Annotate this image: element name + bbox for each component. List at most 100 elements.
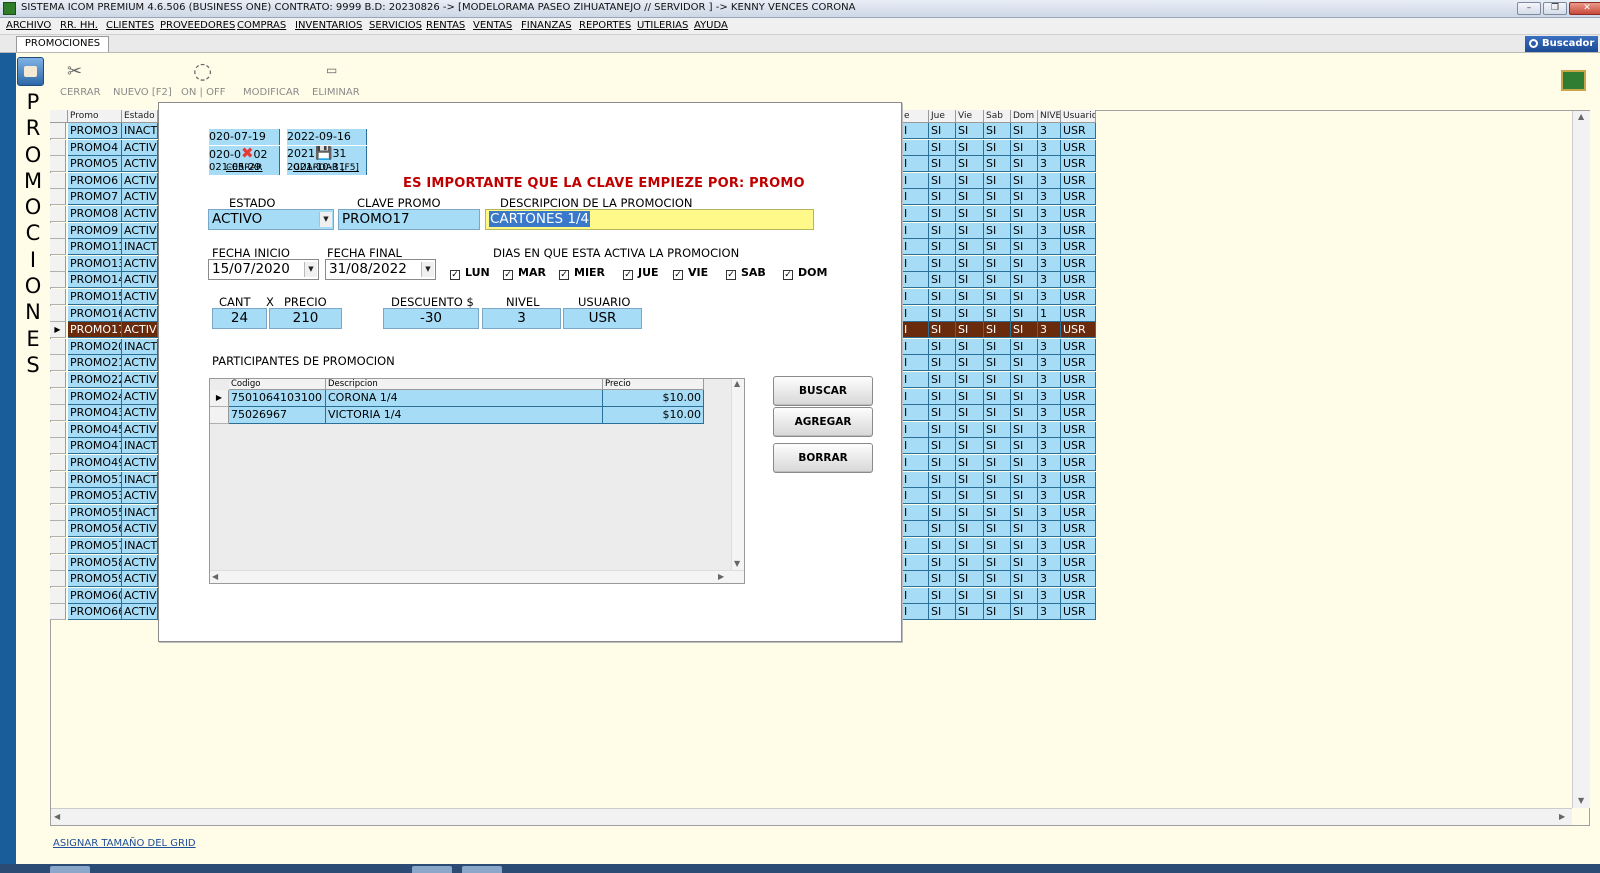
grid-cell[interactable]: USR <box>1061 388 1096 405</box>
grid-cell[interactable]: SI <box>929 239 956 256</box>
grid-cell[interactable]: 3 <box>1038 239 1061 256</box>
day-checkbox-mier[interactable]: ✓ MIER <box>559 266 605 280</box>
grid-cell[interactable]: 3 <box>1038 504 1061 521</box>
grid-cell-estado[interactable]: INACT <box>122 239 158 256</box>
grid-cell[interactable]: I <box>902 189 929 206</box>
grid-cell[interactable]: SI <box>984 488 1011 505</box>
grid-cell[interactable]: I <box>902 239 929 256</box>
grid-cell[interactable]: SI <box>984 189 1011 206</box>
grid-cell[interactable]: SI <box>929 206 956 222</box>
dialog-cerrar-button[interactable]: CERRAR <box>226 163 263 173</box>
grid-cell[interactable]: I <box>902 355 929 372</box>
grid-cell-estado[interactable]: ACTIV <box>122 189 158 206</box>
buscador-button[interactable]: Buscador <box>1525 36 1598 52</box>
grid-cell[interactable]: SI <box>984 372 1011 388</box>
grid-cell[interactable]: SI <box>956 305 984 322</box>
grid-cell[interactable]: USR <box>1061 372 1096 388</box>
grid-header-col[interactable]: e <box>902 110 929 123</box>
minimize-button[interactable]: – <box>1517 2 1541 15</box>
grid-cell[interactable]: SI <box>956 504 984 521</box>
dialog-guardar-button[interactable]: GUARDAR [F5] <box>293 163 359 173</box>
grid-cell[interactable]: I <box>902 455 929 471</box>
grid-cell-promo[interactable]: PROMO55 <box>68 504 122 521</box>
grid-cell[interactable]: SI <box>956 438 984 455</box>
grid-cell[interactable]: I <box>902 272 929 289</box>
grid-cell[interactable]: SI <box>984 388 1011 405</box>
grid-cell[interactable]: 3 <box>1038 604 1061 621</box>
grid-cell[interactable]: I <box>902 206 929 222</box>
grid-cell[interactable]: SI <box>984 521 1011 538</box>
taskbar-item[interactable] <box>462 866 502 873</box>
grid-cell-estado[interactable]: ACTIV <box>122 272 158 289</box>
grid-cell-estado[interactable]: ACTIV <box>122 587 158 604</box>
grid-cell-estado[interactable]: ACTIV <box>122 206 158 222</box>
participants-header-precio[interactable]: Precio <box>603 379 704 390</box>
grid-cell-estado[interactable]: INACT <box>122 471 158 488</box>
restore-button[interactable]: ❐ <box>1543 2 1567 15</box>
grid-cell-estado[interactable]: ACTIV <box>122 455 158 471</box>
grid-cell[interactable]: SI <box>1011 421 1038 438</box>
grid-cell[interactable]: SI <box>929 272 956 289</box>
scroll-up-icon[interactable]: ▲ <box>734 379 740 388</box>
grid-cell[interactable]: SI <box>929 455 956 471</box>
grid-header-col[interactable]: NIVEL <box>1038 110 1061 123</box>
grid-cell[interactable]: 3 <box>1038 355 1061 372</box>
grid-cell-estado[interactable]: INACT <box>122 338 158 355</box>
grid-cell[interactable]: USR <box>1061 438 1096 455</box>
menu-rrhh[interactable]: RR. HH. <box>60 20 98 31</box>
grid-cell[interactable]: SI <box>929 421 956 438</box>
grid-cell-promo[interactable]: PROMO56 <box>68 521 122 538</box>
grid-cell[interactable]: USR <box>1061 172 1096 189</box>
grid-cell[interactable]: SI <box>984 554 1011 571</box>
grid-cell-promo[interactable]: PROMO47 <box>68 438 122 455</box>
grid-cell-promo[interactable]: PROMO66 <box>68 604 122 621</box>
grid-cell[interactable]: SI <box>929 289 956 305</box>
grid-cell-promo[interactable]: PROMO5 <box>68 156 122 173</box>
chevron-down-icon[interactable]: ▼ <box>304 262 317 277</box>
grid-cell[interactable]: SI <box>1011 571 1038 588</box>
grid-cell[interactable]: USR <box>1061 255 1096 272</box>
grid-cell[interactable]: USR <box>1061 189 1096 206</box>
agregar-button[interactable]: AGREGAR <box>773 407 873 437</box>
participants-vertical-scrollbar[interactable]: ▲ ▼ <box>731 379 744 570</box>
grid-cell[interactable]: SI <box>956 405 984 422</box>
grid-cell[interactable]: I <box>902 123 929 139</box>
menu-servicios[interactable]: SERVICIOS <box>369 20 422 31</box>
grid-cell[interactable]: 3 <box>1038 488 1061 505</box>
grid-cell[interactable]: SI <box>1011 471 1038 488</box>
grid-cell[interactable]: SI <box>929 405 956 422</box>
grid-cell[interactable]: SI <box>929 189 956 206</box>
grid-cell[interactable]: SI <box>929 554 956 571</box>
grid-cell-promo[interactable]: PROMO21 <box>68 355 122 372</box>
grid-cell-estado[interactable]: INACT <box>122 123 158 139</box>
grid-cell[interactable]: USR <box>1061 139 1096 156</box>
participants-horizontal-scrollbar[interactable]: ◀ ▶ <box>210 570 744 583</box>
grid-cell[interactable]: SI <box>956 388 984 405</box>
grid-cell[interactable]: 3 <box>1038 372 1061 388</box>
grid-cell[interactable]: USR <box>1061 272 1096 289</box>
scroll-right-icon[interactable]: ▶ <box>718 572 724 581</box>
grid-cell[interactable]: SI <box>929 438 956 455</box>
grid-cell[interactable]: I <box>902 438 929 455</box>
grid-cell[interactable]: 3 <box>1038 438 1061 455</box>
grid-cell-promo[interactable]: PROMO59 <box>68 571 122 588</box>
grid-cell[interactable]: I <box>902 338 929 355</box>
grid-cell[interactable]: 3 <box>1038 455 1061 471</box>
grid-cell-estado[interactable]: INACT <box>122 438 158 455</box>
day-checkbox-dom[interactable]: ✓ DOM <box>783 266 827 280</box>
grid-cell[interactable]: 3 <box>1038 521 1061 538</box>
grid-cell-estado[interactable]: ACTIV <box>122 405 158 422</box>
scroll-left-icon[interactable]: ◀ <box>212 572 218 581</box>
grid-cell[interactable]: SI <box>1011 222 1038 239</box>
grid-cell[interactable]: 3 <box>1038 272 1061 289</box>
grid-cell[interactable]: 3 <box>1038 172 1061 189</box>
menu-ventas[interactable]: VENTAS <box>473 20 512 31</box>
grid-cell[interactable]: SI <box>984 455 1011 471</box>
grid-cell[interactable]: SI <box>929 123 956 139</box>
grid-cell[interactable]: SI <box>956 488 984 505</box>
grid-cell[interactable]: SI <box>984 355 1011 372</box>
grid-cell[interactable]: SI <box>1011 272 1038 289</box>
grid-cell[interactable]: SI <box>984 571 1011 588</box>
grid-cell[interactable]: SI <box>984 156 1011 173</box>
menu-finanzas[interactable]: FINANZAS <box>521 20 572 31</box>
